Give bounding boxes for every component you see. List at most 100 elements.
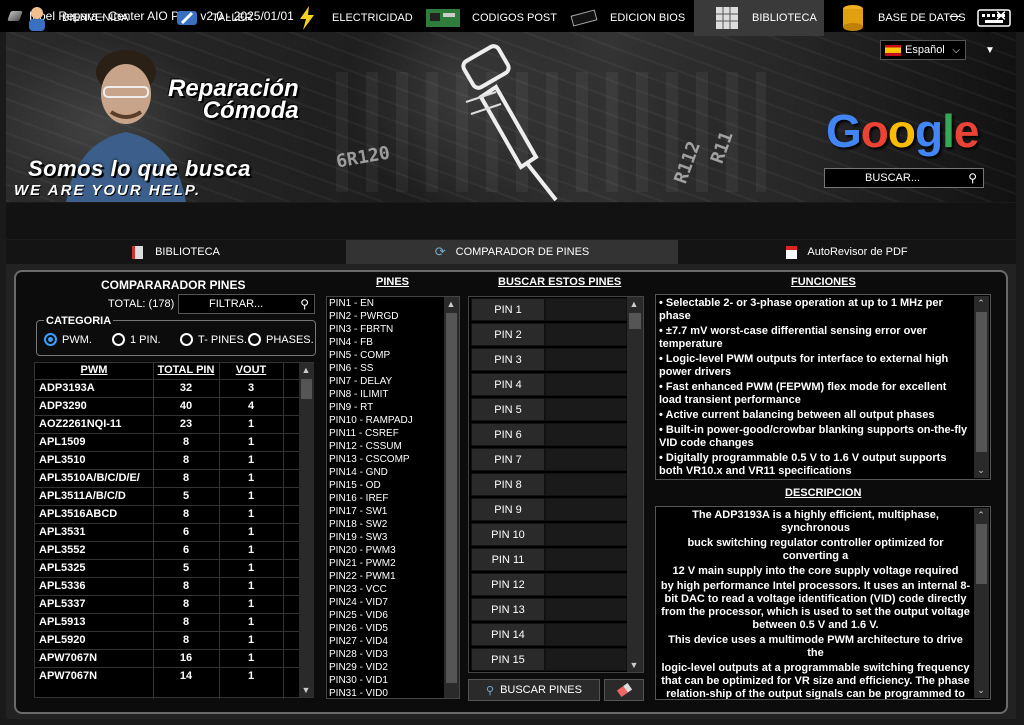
table-row[interactable]: APL3510A/B/C/D/E/8 1 [35, 469, 299, 487]
buscar-pines-button[interactable]: ⚲ BUSCAR PINES [468, 679, 600, 701]
radio-t-pines[interactable]: T- PINES. [180, 333, 247, 346]
pin-list-item[interactable]: PIN7 - DELAY [327, 375, 459, 388]
nav-codigos-post[interactable]: CODIGOS POST [424, 0, 557, 36]
scroll-up-icon[interactable]: ▲ [627, 299, 641, 309]
table-row[interactable]: APL5920 8 1 [35, 631, 299, 649]
table-row[interactable]: APL5913 8 1 [35, 613, 299, 631]
search-icon[interactable]: ⚲ [300, 297, 309, 311]
pin-list-item[interactable]: PIN14 - GND [327, 466, 459, 479]
scroll-up-icon[interactable]: ⌃ [974, 298, 988, 309]
search-pin-input[interactable] [545, 598, 627, 621]
nav-edicion-bios[interactable]: EDICION BIOS [568, 0, 685, 36]
scroll-thumb[interactable] [629, 313, 641, 329]
pin-list-item[interactable]: PIN30 - VID1 [327, 674, 459, 687]
table-row[interactable]: APW7067N 14 1 [35, 667, 299, 685]
table-scrollbar[interactable]: ▲ ▼ [299, 363, 314, 697]
pin-list-item[interactable]: PIN3 - FBRTN [327, 323, 459, 336]
search-pin-input[interactable] [545, 473, 627, 496]
pin-list-item[interactable]: PIN23 - VCC [327, 583, 459, 596]
radio-pwm[interactable]: PWM. [44, 333, 92, 346]
pin-list-item[interactable]: PIN27 - VID4 [327, 635, 459, 648]
nav-electricidad[interactable]: ELECTRICIDAD [292, 0, 413, 36]
search-pin-input[interactable] [545, 548, 627, 571]
search-pin-input[interactable] [545, 373, 627, 396]
table-row[interactable]: APW7067N 16 1 [35, 649, 299, 667]
pin-list-item[interactable]: PIN21 - PWM2 [327, 557, 459, 570]
column-header-vout[interactable]: VOUT [219, 364, 283, 376]
tab-biblioteca[interactable]: BIBLIOTECA [6, 240, 346, 264]
search-pin-input[interactable] [545, 573, 627, 596]
table-row[interactable]: APL3510 8 1 [35, 451, 299, 469]
pin-list-item[interactable]: PIN17 - SW1 [327, 505, 459, 518]
descripcion-scrollbar[interactable]: ⌃ ⌄ [974, 508, 989, 698]
dropdown-menu-button[interactable]: ▼ [978, 40, 1002, 60]
table-row[interactable]: APL1509 8 1 [35, 433, 299, 451]
pin-list-item[interactable]: PIN22 - PWM1 [327, 570, 459, 583]
pin-list-item[interactable]: PIN2 - PWRGD [327, 310, 459, 323]
pin-list-item[interactable]: PIN8 - ILIMIT [327, 388, 459, 401]
search-pin-input[interactable] [545, 398, 627, 421]
pines-scrollbar[interactable]: ▲ [444, 297, 459, 698]
pin-list-item[interactable]: PIN6 - SS [327, 362, 459, 375]
pin-list-item[interactable]: PIN18 - SW2 [327, 518, 459, 531]
funciones-scrollbar[interactable]: ⌃ ⌄ [974, 296, 989, 478]
search-pin-input[interactable] [545, 648, 627, 671]
scroll-thumb[interactable] [446, 313, 457, 683]
pin-list-item[interactable]: PIN10 - RAMPADJ [327, 414, 459, 427]
pin-list-item[interactable]: PIN26 - VID5 [327, 622, 459, 635]
search-pin-input[interactable] [545, 498, 627, 521]
pin-list-item[interactable]: PIN1 - EN [327, 297, 459, 310]
column-header-pwm[interactable]: PWM [35, 364, 153, 376]
search-pin-input[interactable] [545, 423, 627, 446]
language-select[interactable]: Español ⌵ [880, 40, 966, 60]
radio-phases[interactable]: PHASES. [248, 333, 314, 346]
search-pin-input[interactable] [545, 448, 627, 471]
pin-list-item[interactable]: PIN28 - VID3 [327, 648, 459, 661]
google-search-input[interactable]: BUSCAR... ⚲ [824, 168, 984, 188]
table-row[interactable]: AOZ2261NQI-11 23 1 [35, 415, 299, 433]
clear-button[interactable] [604, 679, 644, 701]
pin-list-item[interactable]: PIN16 - IREF [327, 492, 459, 505]
table-row[interactable]: APL3531 6 1 [35, 523, 299, 541]
scroll-down-icon[interactable]: ▼ [627, 660, 641, 670]
scroll-up-icon[interactable]: ▲ [299, 365, 313, 375]
table-row[interactable]: APL3552 6 1 [35, 541, 299, 559]
nav-taller[interactable]: TALLER [172, 0, 253, 36]
scroll-up-icon[interactable]: ⌃ [974, 510, 988, 521]
pin-list-item[interactable]: PIN29 - VID2 [327, 661, 459, 674]
pin-list-item[interactable]: PIN20 - PWM3 [327, 544, 459, 557]
nav-keyboard[interactable] [976, 0, 1022, 36]
scroll-down-icon[interactable]: ▼ [299, 685, 313, 695]
scroll-down-icon[interactable]: ⌄ [974, 465, 988, 476]
pin-list-item[interactable]: PIN11 - CSREF [327, 427, 459, 440]
scroll-thumb[interactable] [976, 312, 987, 452]
pin-list-item[interactable]: PIN5 - COMP [327, 349, 459, 362]
table-row[interactable]: APL3516ABCD 8 1 [35, 505, 299, 523]
nav-base-de-datos[interactable]: BASE DE DATOS [838, 0, 966, 36]
pin-list-item[interactable]: PIN31 - VID0 [327, 687, 459, 698]
pin-list-item[interactable]: PIN13 - CSCOMP [327, 453, 459, 466]
pin-list-item[interactable]: PIN12 - CSSUM [327, 440, 459, 453]
table-row[interactable]: ADP3290 40 4 [35, 397, 299, 415]
column-header-total-pin[interactable]: TOTAL PIN [153, 364, 219, 376]
table-row[interactable]: APL5337 8 1 [35, 595, 299, 613]
scroll-down-icon[interactable]: ⌄ [974, 685, 988, 696]
search-pin-input[interactable] [545, 323, 627, 346]
scroll-thumb[interactable] [976, 524, 987, 584]
search-pin-input[interactable] [545, 623, 627, 646]
nav-bienvenida[interactable]: BIENVENIDA [22, 0, 129, 36]
buscar-scrollbar[interactable]: ▲ ▼ [627, 297, 643, 672]
scroll-thumb[interactable] [301, 379, 312, 399]
search-icon[interactable]: ⚲ [968, 171, 977, 185]
filter-input[interactable]: FILTRAR... ⚲ [178, 294, 315, 314]
nav-biblioteca[interactable]: BIBLIOTECA [694, 0, 824, 36]
pin-list-item[interactable]: PIN24 - VID7 [327, 596, 459, 609]
table-row[interactable]: APL5336 8 1 [35, 577, 299, 595]
tab-comparador-de-pines[interactable]: ⟳ COMPARADOR DE PINES [346, 240, 678, 264]
search-pin-input[interactable] [545, 523, 627, 546]
table-row[interactable]: ADP3193A 32 3 [35, 379, 299, 397]
scroll-up-icon[interactable]: ▲ [444, 299, 458, 309]
pin-list-item[interactable]: PIN4 - FB [327, 336, 459, 349]
pin-list-item[interactable]: PIN15 - OD [327, 479, 459, 492]
table-row[interactable]: APL5325 5 1 [35, 559, 299, 577]
